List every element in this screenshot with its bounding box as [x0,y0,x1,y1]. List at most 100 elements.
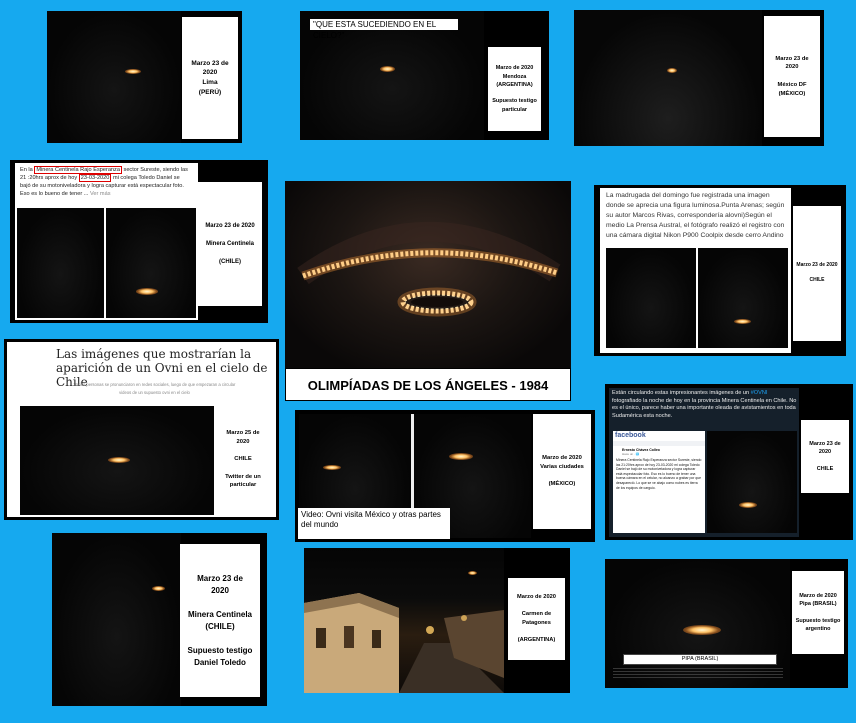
ufo-light [683,625,721,635]
ufo-light [734,319,751,324]
caption-line: particular [229,482,257,489]
caption-line [824,457,826,465]
caption-line: (ARGENTINA) [496,81,533,88]
caption-line [219,633,221,645]
photo-panel-pipa-brasil: PIPA (BRASIL) Marzo de 2020 Pipa (BRASIL… [605,559,848,688]
hashtag-link[interactable]: #OVNI [751,390,768,396]
caption-line: Marzo 23 de 2020 [205,222,255,229]
photo-panel-minera-centinela-post: En la Minera Centinela Rajo Esperanza se… [10,160,268,323]
photo-panel-minera-centinela: Marzo 23 de 2020 Minera Centinela (CHILE… [52,533,267,706]
night-sky-photo-right [106,208,196,318]
caption-box: Marzo 23 de 2020 CHILE [793,206,841,341]
ufo-light [136,288,158,295]
tweet-text: Están circulando estas impresionantes im… [612,390,797,420]
caption-line: (MÉXICO) [548,481,576,488]
facebook-screenshot: facebook Ernesto Chávez Colleo Hace un ·… [613,431,705,533]
ufo-light [468,571,477,575]
caption-line: Pipa (BRASIL) [799,601,837,608]
caption-line: (ARGENTINA) [517,637,556,644]
night-sky-photo-left [606,248,696,348]
caption-line [817,608,819,616]
caption-box: Marzo 23 de 2020 CHILE [801,420,849,493]
street-scene [304,593,504,693]
caption-line: Marzo 23 de 2020 [796,262,838,269]
caption-line [791,72,793,81]
ufo-light [323,465,341,470]
photo-panel-mendoza: "QUE ESTA SUCEDIENDO EN EL CIELO?" Marzo… [300,11,549,140]
caption-box: Marzo 23 de 2020 México DF (MÉXICO) [764,16,820,137]
photo-panel-punta-arenas: La madrugada del domingo fue registrada … [594,185,846,356]
night-sky-photo [707,431,797,533]
video-header: "QUE ESTA SUCEDIENDO EN EL CIELO?" [310,19,458,40]
tweet-text-part: Están circulando estas impresionantes im… [612,390,751,396]
caption-line: Marzo de 2020 [495,65,534,72]
caption-line [229,249,231,258]
caption-line: Supuesto testigo [187,645,253,655]
caption-line: CHILE [234,456,252,463]
photo-panel-twitter-chile: Las imágenes que mostrarían la aparición… [4,339,279,520]
panel-title: OLIMPÍADAS DE LOS ÁNGELES - 1984 [285,368,571,401]
caption-box: Marzo 23 de 2020 Minera Centinela (CHILE… [198,182,262,306]
caption-box: Marzo de 2020 Varias ciudades (MÉXICO) [533,414,591,529]
caption-line [536,602,538,611]
tweet-text-part: fotografiado la noche de hoy en la provi… [612,397,797,419]
caption-line: argentino [805,625,831,632]
caption-line: (CHILE) [219,258,241,265]
ufo-light [125,69,141,74]
caption-box: Marzo de 2020 Carmen de Patagones (ARGEN… [508,578,565,660]
post-text-part: En la [20,167,35,173]
caption-line [219,597,221,609]
night-sky-photo [52,533,181,706]
caption-line: Marzo 23 de [775,55,809,62]
photo-panel-lima: Marzo 23 de 2020 Lima (PERÚ) [47,11,242,143]
caption-line [816,270,817,278]
caption-line [514,89,516,97]
ufo-light [667,68,677,73]
caption-line: Minera Centinela [205,240,254,247]
photo-panel-video-mexico: Video: Ovni visita México y otras partes… [295,410,595,542]
caption-line: CHILE [816,465,834,472]
caption-line: particular [501,106,528,113]
highlight-box: Minera Centinela Rajo Esperanza [34,166,122,174]
ufo-light [449,453,473,460]
caption-line [229,231,231,240]
fine-print [613,668,783,680]
ufo-light [380,66,395,72]
ufo-light [739,502,757,508]
photo-panel-carmen-de-patagones: Marzo de 2020 Carmen de Patagones (ARGEN… [304,548,570,693]
caption-line [536,628,538,637]
caption-line: Marzo de 2020 [517,594,556,601]
caption-line: Supuesto testigo [492,98,537,105]
night-sky-photo-left [17,208,104,318]
caption-line: México DF [777,81,807,88]
video-title[interactable]: Video: Ovni visita México y otras partes… [298,508,450,539]
caption-box: Marzo 25 de 2020 CHILE Twitter de un par… [214,419,272,500]
caption-line: Marzo 23 de [197,573,243,583]
caption-line: Patagones [522,620,551,626]
caption-line: Marzo de 2020 [799,592,837,599]
see-more-link[interactable]: Ver más [90,191,111,197]
photo-panel-olimpiadas-1984: OLIMPÍADAS DE LOS ÁNGELES - 1984 [285,181,571,401]
caption-line: 2020 [785,64,799,71]
caption-line: CHILE [809,277,825,284]
caption-box: Marzo 23 de 2020 Lima (PERÚ) [182,17,238,139]
ufo-saucer-rings [297,221,561,317]
caption-box: Marzo de 2020 Pipa (BRASIL) Supuesto tes… [792,571,844,654]
caption-line: Lima [202,79,218,86]
caption-line: (PERÚ) [198,88,222,96]
caption-line: 2020 [236,438,250,445]
caption-line [242,464,244,473]
caption-line [242,446,244,455]
caption-line: 2020 [818,449,832,456]
caption-line: Varias ciudades [540,463,584,470]
image-label: PIPA (BRASIL) [623,654,777,665]
fb-post-text: Minera Centinela Rajo Esperanza sector S… [616,458,702,490]
caption-line: Carmen de [521,611,552,618]
night-sky-photo [47,11,181,143]
caption-line: Supuesto testigo [795,617,841,624]
photo-panel-facebook-chile: Están circulando estas impresionantes im… [605,384,853,540]
night-sky-photo [574,10,762,146]
photo-panel-mexico-df: Marzo 23 de 2020 México DF (MÉXICO) [574,10,824,146]
caption-line: 2020 [202,69,218,77]
caption-line: Marzo 25 de [226,430,260,437]
